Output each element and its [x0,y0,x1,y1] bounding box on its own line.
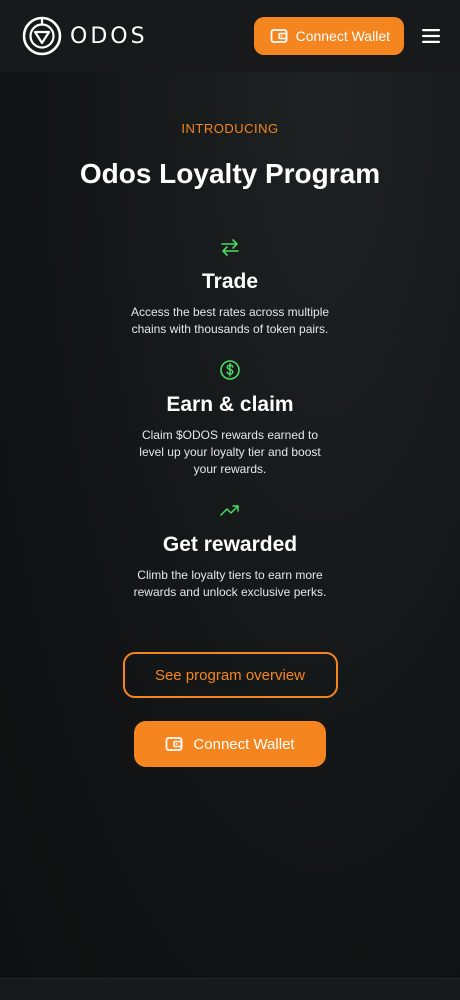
page: ODOS Connect Wallet INTRODUCING Odos Loy… [0,0,460,1000]
introducing-label: INTRODUCING [181,121,279,136]
logo[interactable]: ODOS [22,16,148,56]
feature-description: Claim $ODOS rewards earned to level up y… [139,428,321,476]
feature-title: Earn & claim [166,393,294,416]
feature-description: Climb the loyalty tiers to earn more rew… [133,568,327,599]
main-content: INTRODUCING Odos Loyalty Program Trade A… [0,72,460,767]
connect-wallet-button-header[interactable]: Connect Wallet [253,17,404,55]
dollar-circle-icon [220,360,240,380]
odos-logo-icon [22,16,62,56]
page-title: Odos Loyalty Program [79,158,381,189]
feature-trade: Trade Access the best rates across multi… [0,236,460,338]
feature-description: Access the best rates across multiple ch… [130,305,330,336]
wallet-icon [166,737,183,751]
see-program-overview-button[interactable]: See program overview [122,652,338,698]
hamburger-icon[interactable] [422,29,440,43]
logo-text: ODOS [70,23,148,49]
feature-get-rewarded: Get rewarded Climb the loyalty tiers to … [0,499,460,601]
wallet-icon [270,29,287,43]
feature-title: Get rewarded [162,533,298,556]
top-header: ODOS Connect Wallet [0,0,460,72]
feature-list: Trade Access the best rates across multi… [0,236,460,601]
trending-up-icon [220,505,239,516]
feature-title: Trade [201,270,259,293]
swap-arrows-icon [221,239,239,256]
header-actions: Connect Wallet [253,17,440,55]
overview-label: See program overview [154,666,306,684]
connect-wallet-button[interactable]: Connect Wallet [134,721,326,767]
connect-wallet-label: Connect Wallet [193,735,295,753]
footer-bar [0,978,460,1000]
connect-wallet-label: Connect Wallet [295,28,390,44]
feature-earn-claim: Earn & claim Claim $ODOS rewards earned … [0,359,460,478]
